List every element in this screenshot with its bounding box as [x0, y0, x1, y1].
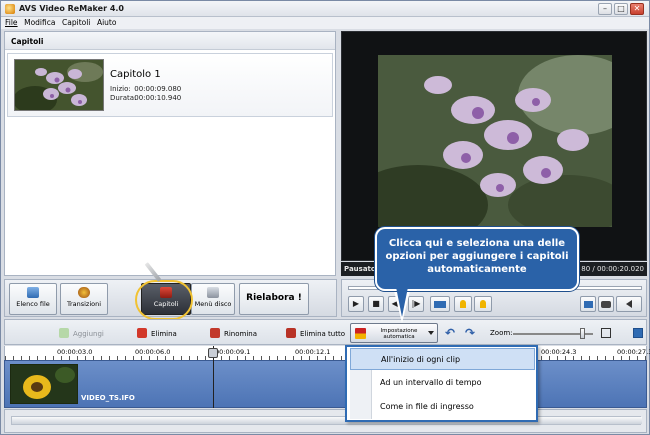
- transitions-icon: [78, 287, 90, 298]
- snapshot-button[interactable]: [598, 296, 614, 312]
- aspect-button[interactable]: [430, 296, 450, 312]
- fullscreen-button[interactable]: [580, 296, 596, 312]
- menu-file[interactable]: File: [3, 17, 20, 28]
- menu-aiuto[interactable]: Aiuto: [95, 17, 119, 28]
- mark-in-button[interactable]: [454, 296, 472, 312]
- aspect-icon: [434, 301, 446, 308]
- playhead-handle[interactable]: [208, 348, 218, 358]
- disc-menu-button[interactable]: Menù disco: [191, 283, 235, 315]
- auto-setting-dropdown-button[interactable]: Impostazione automatica: [350, 323, 438, 343]
- zoom-slider-thumb[interactable]: [580, 328, 585, 339]
- title-bar: AVS Video ReMaker 4.0 – □ ✕: [1, 1, 649, 17]
- chapter-item[interactable]: Capitolo 1 Inizio: 00:00:09.080 Durata: …: [7, 53, 333, 117]
- app-logo-icon: [5, 4, 15, 14]
- playback-status: Pausato: [344, 265, 376, 273]
- chapter-start-label: Inizio:: [110, 85, 131, 93]
- chapter-thumbnail: [14, 59, 104, 111]
- auto-setting-menu: All'inizio di ogni clip Ad un intervallo…: [345, 345, 538, 422]
- chevron-down-icon: [428, 331, 434, 335]
- fit-timeline-icon[interactable]: [601, 328, 611, 338]
- chapter-start-value: 00:00:09.080: [134, 85, 182, 93]
- stop-button[interactable]: ■: [368, 296, 384, 312]
- instruction-callout: Clicca qui e seleziona una delle opzioni…: [375, 227, 579, 291]
- scrollbar-thumb[interactable]: [12, 417, 642, 424]
- expand-timeline-icon[interactable]: [633, 328, 643, 338]
- volume-button[interactable]: [616, 296, 642, 312]
- timeline-scroll-area: [4, 409, 647, 433]
- menu-capitoli[interactable]: Capitoli: [60, 17, 92, 28]
- maximize-button[interactable]: □: [614, 3, 628, 15]
- rename-chapter-button[interactable]: Rinomina: [210, 328, 257, 338]
- preview-frame: [378, 55, 612, 227]
- ruler-label: 00:00:03.0: [57, 348, 93, 356]
- camera-icon: [601, 301, 611, 308]
- zoom-label: Zoom:: [490, 329, 513, 337]
- callout-text: Clicca qui e seleziona una delle opzioni…: [385, 238, 569, 275]
- close-button[interactable]: ✕: [630, 3, 644, 15]
- window-title: AVS Video ReMaker 4.0: [19, 4, 124, 13]
- mark-out-icon: [480, 300, 486, 308]
- clip-name: VIDEO_TS.IFO: [81, 394, 135, 402]
- option-start-of-each-clip[interactable]: All'inizio di ogni clip: [350, 348, 535, 370]
- rename-chapter-icon: [210, 328, 220, 338]
- ruler-label: 00:00:24.3: [541, 348, 577, 356]
- speaker-icon: [626, 300, 632, 308]
- chapters-highlight-ring: [135, 280, 193, 320]
- horizontal-scrollbar[interactable]: [11, 416, 642, 425]
- callout-tail: [396, 287, 408, 317]
- ruler-label: 00:00:09.1: [215, 348, 251, 356]
- delete-all-icon: [286, 328, 296, 338]
- delete-chapter-button[interactable]: Elimina: [137, 328, 177, 338]
- timeline-ruler[interactable]: 00:00:03.0 00:00:06.0 00:00:09.1 00:00:1…: [4, 346, 650, 360]
- menu-modifica[interactable]: Modifica: [22, 17, 57, 28]
- minimize-button[interactable]: –: [598, 3, 612, 15]
- transitions-button[interactable]: Transizioni: [60, 283, 108, 315]
- file-list-button[interactable]: Elenco file: [9, 283, 57, 315]
- reprocess-button[interactable]: Rielabora !: [239, 283, 309, 315]
- auto-chapters-icon: [355, 328, 366, 339]
- ruler-label: 00:00:12.1: [295, 348, 331, 356]
- chapters-panel-header: Capitoli: [5, 32, 335, 50]
- chapters-panel: Capitoli Capitolo 1 Inizio: 00:00:09.080…: [4, 31, 336, 276]
- monitor-icon: [583, 301, 593, 308]
- disc-menu-icon: [207, 287, 219, 298]
- app-window: AVS Video ReMaker 4.0 – □ ✕ File Modific…: [0, 0, 650, 435]
- undo-button[interactable]: ↶: [445, 327, 457, 339]
- mark-out-button[interactable]: [474, 296, 492, 312]
- chapter-edit-bar: Aggiungi Elimina Rinomina Elimina tutto …: [4, 319, 647, 345]
- chapter-duration-label: Durata:: [110, 94, 137, 102]
- chapter-duration-value: 00:00:10.940: [134, 94, 182, 102]
- ruler-label: 00:00:06.0: [135, 348, 171, 356]
- clip-thumbnail: [10, 364, 78, 404]
- film-list-icon: [27, 287, 39, 298]
- add-chapter-button[interactable]: Aggiungi: [59, 328, 104, 338]
- video-track[interactable]: VIDEO_TS.IFO: [4, 360, 647, 408]
- option-as-input-file[interactable]: Come in file di ingresso: [350, 396, 535, 418]
- play-button[interactable]: ▶: [348, 296, 364, 312]
- chapter-start: Inizio: 00:00:09.080: [110, 85, 181, 93]
- chapter-duration: Durata: 00:00:10.940: [110, 94, 181, 102]
- delete-chapter-icon: [137, 328, 147, 338]
- menu-bar: File Modifica Capitoli Aiuto: [1, 17, 649, 29]
- delete-all-button[interactable]: Elimina tutto: [286, 328, 345, 338]
- ruler-label: 00:00:27.3: [617, 348, 650, 356]
- chapter-name: Capitolo 1: [110, 69, 161, 80]
- option-time-interval[interactable]: Ad un intervallo di tempo: [350, 372, 535, 394]
- timecode: 80 / 00:00:20.020: [581, 265, 644, 273]
- mark-in-icon: [460, 300, 466, 308]
- add-chapter-icon: [59, 328, 69, 338]
- redo-button[interactable]: ↷: [465, 327, 477, 339]
